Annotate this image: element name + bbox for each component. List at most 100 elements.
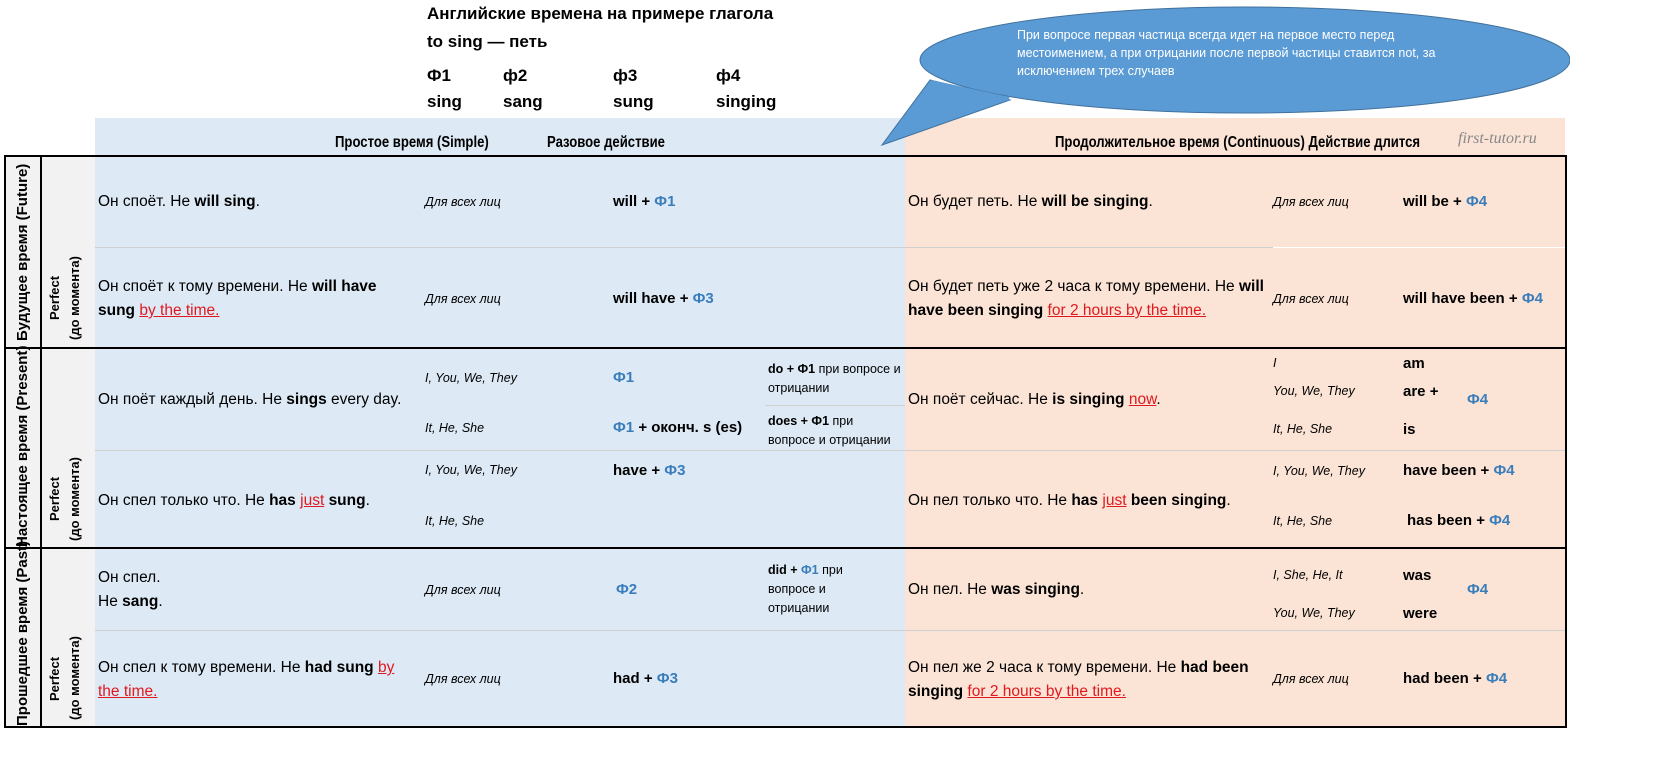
verb-form: Ф3 [664,462,686,479]
perfect-sublabel: (до момента) [67,457,82,541]
does-note: does + Ф1 при вопросе и отрицании [768,412,903,450]
text-segment: sung [328,492,366,509]
did-note: did + Ф1 при вопросе и отрицании [768,561,888,618]
verb-form: Ф4 [1521,290,1543,307]
perfect-label: Perfect [47,275,62,321]
text-segment: sang [122,593,159,610]
text-segment: will be singing [1041,193,1149,210]
persons: Для всех лиц [1273,672,1349,686]
verb-am: am [1403,355,1425,372]
past-continuous-sentence: Он пел. Не was singing. [908,578,1268,602]
form3-value: sung [613,92,654,111]
text-segment: will + [613,193,655,210]
perfect-label-past: Perfect (до момента) [45,631,91,726]
highlighted-phrase: by the time. [139,302,220,319]
text-segment: has [269,492,296,509]
text-segment: Он спел только что. Не [98,492,270,509]
past-continuous-form: Ф4 [1467,581,1488,598]
text-segment: has been + [1407,512,1490,529]
future-continuous-sentence: Он будет петь. Не will be singing. [908,190,1268,214]
future-simple-sentence: Он споёт. Не will sing. [98,190,418,214]
verb-form: Ф1 [801,563,819,577]
present-simple-formula-1: Ф1 [613,369,634,386]
present-simple-sentence: Он поёт каждый день. Не sings every day. [98,388,418,412]
text-segment: Он поёт каждый день. Не [98,391,287,408]
form4-value: singing [716,92,777,111]
future-perfect-sentence: Он споёт к тому времени. Не will have su… [98,275,408,323]
persons: Для всех лиц [425,195,501,209]
text-segment: had + [613,670,657,687]
text-segment: do + Ф1 [768,362,816,376]
present-perfect-sentence: Он спел только что. Не has just sung. [98,489,418,513]
tense-past: Прошедшее время (Past) [14,540,31,726]
text-segment: Он спел. [98,569,161,586]
past-perfect-continuous-formula: had been + Ф4 [1403,670,1507,687]
text-segment: . [365,492,370,509]
text-segment: sings [286,391,327,408]
verb-form: Ф1 [613,369,635,386]
past-simple-sentence: Он спел. Не sang. [98,566,408,614]
present-continuous-form: Ф4 [1467,391,1488,408]
highlighted-phrase: now [1128,391,1157,408]
title-line2: to sing — петь [427,32,548,51]
text-segment: have been + [1403,462,1494,479]
text-segment: . [1148,193,1153,210]
verb-form: Ф3 [692,290,714,307]
persons-plural: You, We, They [1273,606,1355,620]
perfect-label: Perfect [47,476,62,522]
text-segment: is singing [1052,391,1125,408]
highlighted-phrase: just [300,492,325,509]
tense-present: Настоящее время (Present) [14,345,31,547]
perfect-label-future: Perfect (до момента) [45,249,91,347]
text-segment: Он будет петь уже 2 часа к тому времени.… [908,278,1239,295]
verb-form: Ф2 [616,581,638,598]
text-segment: . [1079,581,1085,598]
form2-value: sang [503,92,543,111]
text-segment: . [255,193,260,210]
present-perfect-continuous-formula-1: have been + Ф4 [1403,462,1515,479]
persons-third: It, He, She [1273,422,1333,436]
present-continuous-sentence: Он поёт сейчас. Не is singing now. [908,388,1268,412]
persons-i: I [1273,356,1277,370]
text-segment: had sung [304,659,374,676]
persons: Для всех лиц [1273,195,1349,209]
perfect-sublabel: (до момента) [67,636,82,721]
persons: Для всех лиц [425,672,501,686]
verb-form: Ф1 [654,193,676,210]
tense-future: Будущее время (Future) [14,163,31,341]
text-segment: will have been + [1403,290,1522,307]
text-segment: was singing [991,581,1080,598]
persons-plural: I, You, We, They [425,463,517,477]
perfect-sublabel: (до момента) [67,256,82,340]
text-segment: had been + [1403,670,1486,687]
text-segment: has [1071,492,1099,509]
text-segment: will have + [613,290,693,307]
present-perfect-formula: have + Ф3 [613,462,685,479]
text-segment: Не [98,593,123,610]
form4-label: ф4 [716,66,741,85]
simple-header: Простое время (Simple) [335,134,489,151]
verb-form: Ф4 [1485,670,1508,687]
verb-form: Ф1 [613,419,635,436]
present-simple-formula-2: Ф1 + оконч. s (es) [613,419,742,436]
future-simple-formula: will + Ф1 [613,193,675,210]
text-segment: . [1226,492,1231,509]
persons: Для всех лиц [425,292,501,306]
text-segment: does + Ф1 [768,414,830,428]
form2-label: ф2 [503,66,528,85]
text-segment: Он споёт к тому времени. Не [98,278,312,295]
verb-is: is [1403,421,1416,438]
persons-third: It, He, She [425,421,485,435]
verb-were: were [1403,605,1438,622]
persons-singular: I, She, He, It [1273,568,1343,582]
highlighted-phrase: for 2 hours by the time. [1047,302,1207,319]
highlighted-phrase: for 2 hours by the time. [967,683,1126,700]
form1-value: sing [427,92,462,111]
verb-was: was [1403,567,1432,584]
simple-description: Разовое действие [547,134,665,151]
persons: Для всех лиц [1273,292,1349,306]
past-perfect-sentence: Он спел к тому времени. Не had sung by t… [98,656,408,704]
present-perfect-continuous-sentence: Он пел только что. Не has just been sing… [908,489,1268,513]
text-segment: . [158,593,163,610]
verb-form: Ф4 [1489,512,1511,529]
